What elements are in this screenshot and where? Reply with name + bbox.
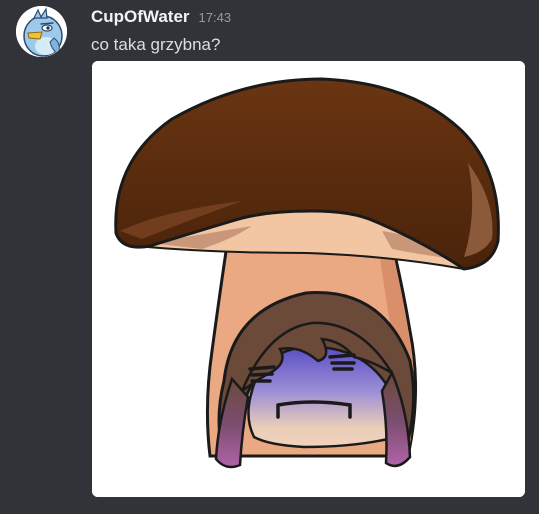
message-timestamp[interactable]: 17:43: [199, 10, 232, 25]
image-attachment[interactable]: [92, 61, 525, 497]
chat-message: CupOfWater 17:43 co taka grzybna?: [0, 0, 539, 514]
message-text: co taka grzybna?: [91, 35, 221, 54]
username[interactable]: CupOfWater: [91, 7, 190, 27]
mushroom-character-image: [92, 61, 525, 497]
user-avatar[interactable]: [16, 6, 67, 57]
message-header: CupOfWater 17:43: [91, 7, 231, 29]
bird-avatar-icon: [16, 6, 67, 57]
